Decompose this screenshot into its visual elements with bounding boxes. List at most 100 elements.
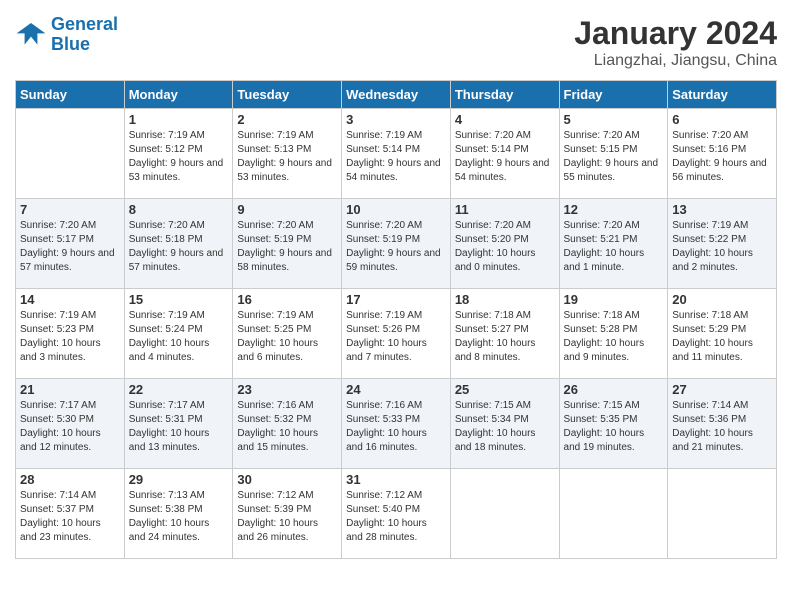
- day-header-wednesday: Wednesday: [342, 81, 451, 109]
- calendar-cell: 27Sunrise: 7:14 AMSunset: 5:36 PMDayligh…: [668, 379, 777, 469]
- calendar-cell: [668, 469, 777, 559]
- day-number: 19: [564, 292, 664, 307]
- day-info: Sunrise: 7:19 AMSunset: 5:23 PMDaylight:…: [20, 309, 120, 365]
- day-info: Sunrise: 7:19 AMSunset: 5:12 PMDaylight:…: [129, 129, 229, 185]
- page-header: General Blue January 2024 Liangzhai, Jia…: [15, 15, 777, 70]
- day-number: 17: [346, 292, 446, 307]
- calendar-cell: 11 Sunrise: 7:20 AMSunset: 5:20 PMDayligh…: [450, 199, 559, 289]
- day-info: Sunrise: 7:15 AMSunset: 5:34 PMDaylight:…: [455, 399, 555, 455]
- logo: General Blue: [15, 15, 118, 55]
- month-title: January 2024: [574, 15, 777, 52]
- day-info: Sunrise: 7:18 AMSunset: 5:29 PMDaylight:…: [672, 309, 772, 365]
- calendar-cell: 9Sunrise: 7:20 AMSunset: 5:19 PMDaylight…: [233, 199, 342, 289]
- calendar-cell: 18 Sunrise: 7:18 AMSunset: 5:27 PMDayligh…: [450, 289, 559, 379]
- calendar-header-row: SundayMondayTuesdayWednesdayThursdayFrid…: [16, 81, 777, 109]
- day-header-friday: Friday: [559, 81, 668, 109]
- calendar-cell: 15 Sunrise: 7:19 AMSunset: 5:24 PMDayligh…: [124, 289, 233, 379]
- day-header-monday: Monday: [124, 81, 233, 109]
- calendar-cell: 29 Sunrise: 7:13 AMSunset: 5:38 PMDayligh…: [124, 469, 233, 559]
- day-number: 26: [564, 382, 664, 397]
- calendar-cell: 2Sunrise: 7:19 AMSunset: 5:13 PMDaylight…: [233, 109, 342, 199]
- day-header-saturday: Saturday: [668, 81, 777, 109]
- calendar-cell: 25 Sunrise: 7:15 AMSunset: 5:34 PMDayligh…: [450, 379, 559, 469]
- day-number: 6: [672, 112, 772, 127]
- day-info: Sunrise: 7:20 AMSunset: 5:16 PMDaylight:…: [672, 129, 772, 185]
- calendar-cell: 5 Sunrise: 7:20 AMSunset: 5:15 PMDaylight…: [559, 109, 668, 199]
- calendar-cell: 23Sunrise: 7:16 AMSunset: 5:32 PMDayligh…: [233, 379, 342, 469]
- day-number: 9: [237, 202, 337, 217]
- logo-general: General: [51, 14, 118, 34]
- day-info: Sunrise: 7:20 AMSunset: 5:21 PMDaylight:…: [564, 219, 664, 275]
- calendar-cell: 14 Sunrise: 7:19 AMSunset: 5:23 PMDayligh…: [16, 289, 125, 379]
- day-info: Sunrise: 7:17 AMSunset: 5:30 PMDaylight:…: [20, 399, 120, 455]
- calendar-cell: 12Sunrise: 7:20 AMSunset: 5:21 PMDayligh…: [559, 199, 668, 289]
- calendar-cell: 4 Sunrise: 7:20 AMSunset: 5:14 PMDaylight…: [450, 109, 559, 199]
- calendar-cell: 30 Sunrise: 7:12 AMSunset: 5:39 PMDayligh…: [233, 469, 342, 559]
- calendar-cell: 8Sunrise: 7:20 AMSunset: 5:18 PMDaylight…: [124, 199, 233, 289]
- calendar-cell: [559, 469, 668, 559]
- day-number: 5: [564, 112, 664, 127]
- day-number: 23: [237, 382, 337, 397]
- calendar-cell: 31 Sunrise: 7:12 AMSunset: 5:40 PMDayligh…: [342, 469, 451, 559]
- day-number: 13: [672, 202, 772, 217]
- calendar-cell: 20 Sunrise: 7:18 AMSunset: 5:29 PMDayligh…: [668, 289, 777, 379]
- calendar-cell: 19 Sunrise: 7:18 AMSunset: 5:28 PMDayligh…: [559, 289, 668, 379]
- logo-text: General Blue: [51, 15, 118, 55]
- calendar-cell: 28Sunrise: 7:14 AMSunset: 5:37 PMDayligh…: [16, 469, 125, 559]
- day-info: Sunrise: 7:18 AMSunset: 5:28 PMDaylight:…: [564, 309, 664, 365]
- calendar-cell: 10Sunrise: 7:20 AMSunset: 5:19 PMDayligh…: [342, 199, 451, 289]
- day-number: 11: [455, 202, 555, 217]
- calendar-cell: [450, 469, 559, 559]
- day-info: Sunrise: 7:20 AMSunset: 5:14 PMDaylight:…: [455, 129, 555, 185]
- week-row-4: 21Sunrise: 7:17 AMSunset: 5:30 PMDayligh…: [16, 379, 777, 469]
- day-info: Sunrise: 7:19 AMSunset: 5:25 PMDaylight:…: [237, 309, 337, 365]
- day-info: Sunrise: 7:20 AMSunset: 5:20 PMDaylight:…: [455, 219, 555, 275]
- day-info: Sunrise: 7:15 AMSunset: 5:35 PMDaylight:…: [564, 399, 664, 455]
- week-row-3: 14 Sunrise: 7:19 AMSunset: 5:23 PMDayligh…: [16, 289, 777, 379]
- logo-blue: Blue: [51, 34, 90, 54]
- calendar-cell: 1 Sunrise: 7:19 AMSunset: 5:12 PMDaylight…: [124, 109, 233, 199]
- day-info: Sunrise: 7:16 AMSunset: 5:33 PMDaylight:…: [346, 399, 446, 455]
- title-area: January 2024 Liangzhai, Jiangsu, China: [574, 15, 777, 70]
- day-number: 29: [129, 472, 229, 487]
- day-number: 25: [455, 382, 555, 397]
- day-number: 20: [672, 292, 772, 307]
- day-info: Sunrise: 7:12 AMSunset: 5:40 PMDaylight:…: [346, 489, 446, 545]
- week-row-2: 7Sunrise: 7:20 AMSunset: 5:17 PMDaylight…: [16, 199, 777, 289]
- day-number: 8: [129, 202, 229, 217]
- day-info: Sunrise: 7:19 AMSunset: 5:22 PMDaylight:…: [672, 219, 772, 275]
- week-row-1: 1 Sunrise: 7:19 AMSunset: 5:12 PMDaylight…: [16, 109, 777, 199]
- day-header-sunday: Sunday: [16, 81, 125, 109]
- calendar-cell: 26 Sunrise: 7:15 AMSunset: 5:35 PMDayligh…: [559, 379, 668, 469]
- day-number: 2: [237, 112, 337, 127]
- day-number: 15: [129, 292, 229, 307]
- calendar-cell: 16 Sunrise: 7:19 AMSunset: 5:25 PMDayligh…: [233, 289, 342, 379]
- day-number: 3: [346, 112, 446, 127]
- calendar-cell: 22 Sunrise: 7:17 AMSunset: 5:31 PMDayligh…: [124, 379, 233, 469]
- location: Liangzhai, Jiangsu, China: [574, 52, 777, 70]
- day-number: 16: [237, 292, 337, 307]
- calendar-cell: 6 Sunrise: 7:20 AMSunset: 5:16 PMDaylight…: [668, 109, 777, 199]
- day-number: 30: [237, 472, 337, 487]
- calendar-cell: 3Sunrise: 7:19 AMSunset: 5:14 PMDaylight…: [342, 109, 451, 199]
- day-info: Sunrise: 7:13 AMSunset: 5:38 PMDaylight:…: [129, 489, 229, 545]
- day-number: 14: [20, 292, 120, 307]
- calendar-table: SundayMondayTuesdayWednesdayThursdayFrid…: [15, 80, 777, 559]
- day-number: 1: [129, 112, 229, 127]
- day-info: Sunrise: 7:18 AMSunset: 5:27 PMDaylight:…: [455, 309, 555, 365]
- logo-icon: [15, 19, 47, 51]
- day-number: 31: [346, 472, 446, 487]
- day-info: Sunrise: 7:17 AMSunset: 5:31 PMDaylight:…: [129, 399, 229, 455]
- day-info: Sunrise: 7:12 AMSunset: 5:39 PMDaylight:…: [237, 489, 337, 545]
- day-number: 24: [346, 382, 446, 397]
- calendar-cell: 17Sunrise: 7:19 AMSunset: 5:26 PMDayligh…: [342, 289, 451, 379]
- day-number: 4: [455, 112, 555, 127]
- day-info: Sunrise: 7:20 AMSunset: 5:15 PMDaylight:…: [564, 129, 664, 185]
- day-number: 27: [672, 382, 772, 397]
- day-info: Sunrise: 7:19 AMSunset: 5:24 PMDaylight:…: [129, 309, 229, 365]
- day-number: 18: [455, 292, 555, 307]
- day-number: 22: [129, 382, 229, 397]
- day-info: Sunrise: 7:20 AMSunset: 5:19 PMDaylight:…: [346, 219, 446, 275]
- day-number: 7: [20, 202, 120, 217]
- day-info: Sunrise: 7:14 AMSunset: 5:37 PMDaylight:…: [20, 489, 120, 545]
